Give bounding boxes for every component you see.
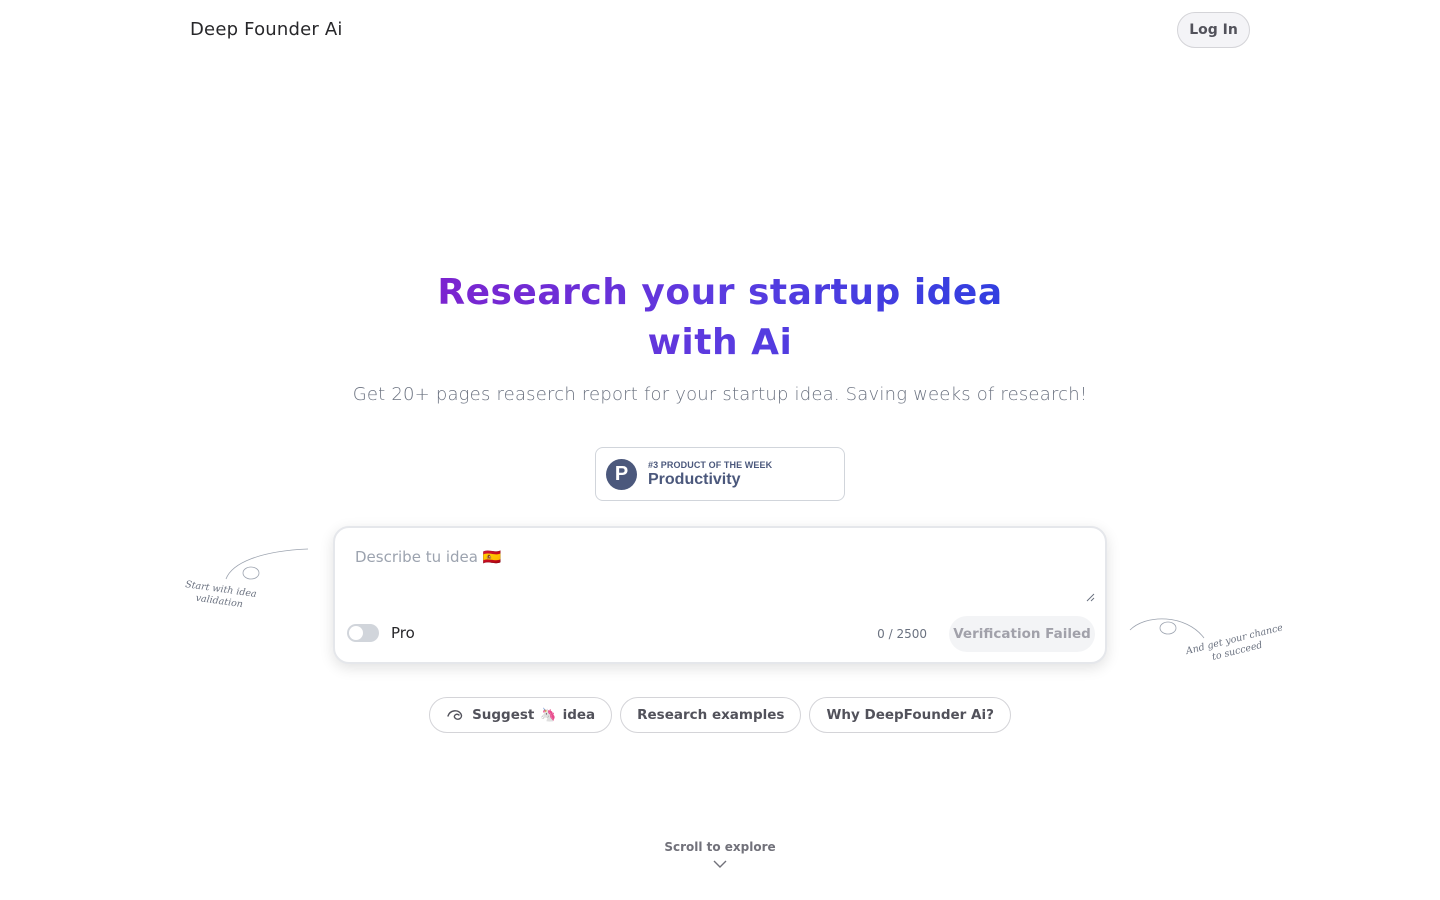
hero-subtitle: Get 20+ pages reaserch report for your s… xyxy=(352,384,1088,405)
unicorn-icon: 🦄 xyxy=(540,707,557,723)
brand-name[interactable]: Deep Founder Ai xyxy=(190,19,343,40)
hero-title-text: Research your startup idea with Ai xyxy=(420,268,1020,368)
submit-button[interactable]: Verification Failed xyxy=(949,616,1095,652)
badge-kicker: #3 PRODUCT OF THE WEEK xyxy=(648,459,773,470)
suggest-idea-button[interactable]: Suggest 🦄 idea xyxy=(429,697,613,733)
pro-toggle[interactable] xyxy=(347,624,379,642)
spark-loop-icon xyxy=(447,710,463,720)
landing-page: Deep Founder Ai Log In Research your sta… xyxy=(0,0,1440,900)
action-pills: Suggest 🦄 idea Research examples Why Dee… xyxy=(0,697,1440,733)
idea-textarea[interactable] xyxy=(349,542,1095,606)
research-examples-button[interactable]: Research examples xyxy=(620,697,802,733)
product-hunt-logo-icon: P xyxy=(606,458,637,490)
hero-title: Research your startup idea with Ai xyxy=(0,268,1440,368)
product-hunt-badge[interactable]: P #3 PRODUCT OF THE WEEK Productivity xyxy=(595,447,845,501)
right-arrow-doodle-icon xyxy=(1129,618,1205,639)
chevron-down-icon[interactable] xyxy=(713,859,727,869)
login-button[interactable]: Log In xyxy=(1177,12,1250,48)
idea-input-card: Pro 0 / 2500 Verification Failed xyxy=(333,526,1107,664)
badge-text: #3 PRODUCT OF THE WEEK Productivity xyxy=(648,460,772,489)
left-arrow-doodle-icon xyxy=(225,548,309,580)
suggest-prefix: Suggest xyxy=(472,707,535,723)
resize-grip-icon[interactable] xyxy=(1085,592,1095,602)
toggle-knob xyxy=(349,626,363,640)
char-counter: 0 / 2500 xyxy=(877,627,927,641)
why-deepfounder-button[interactable]: Why DeepFounder Ai? xyxy=(809,697,1011,733)
badge-category: Productivity xyxy=(648,470,741,488)
suggest-suffix: idea xyxy=(562,707,596,723)
scroll-hint[interactable]: Scroll to explore xyxy=(0,840,1440,854)
pro-label: Pro xyxy=(391,624,415,642)
